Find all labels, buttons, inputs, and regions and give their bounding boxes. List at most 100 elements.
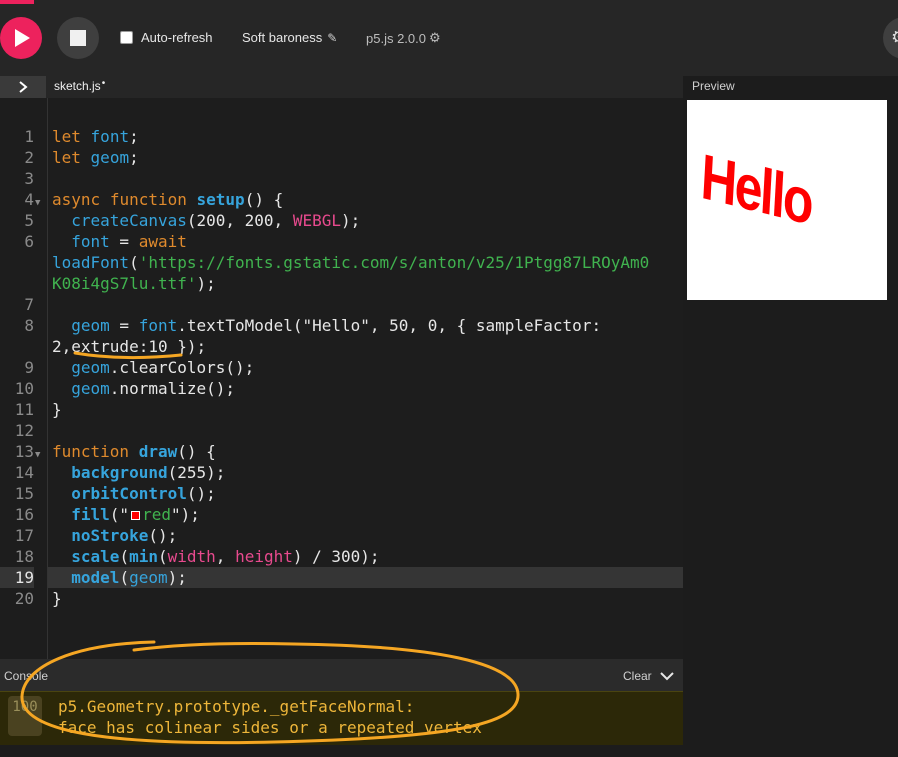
code-lines[interactable]: 1 let font; 2 let geom; 3 4 ▼ async function…	[0, 126, 683, 609]
variable: font	[138, 316, 178, 335]
function-call: orbitControl	[71, 484, 187, 503]
punct: (	[119, 568, 130, 587]
fold-arrow-icon[interactable]: ▼	[35, 445, 40, 466]
sketch-name[interactable]: Soft baroness ✎	[242, 30, 337, 45]
punct: }	[52, 400, 62, 419]
code-line[interactable]: 1 let font;	[24, 126, 683, 147]
keyword: async	[52, 190, 101, 209]
chevron-right-icon	[19, 81, 28, 93]
punct: ("	[109, 505, 130, 524]
keyword: function	[52, 442, 130, 461]
line-number: 16	[14, 505, 34, 524]
keyword: function	[109, 190, 187, 209]
rendered-3d-text: Hello	[699, 140, 814, 239]
line-number: 6	[24, 232, 34, 251]
auto-refresh-toggle[interactable]: Auto-refresh	[120, 30, 213, 45]
code-line[interactable]: 13 ▼ function draw() {	[15, 441, 683, 462]
pencil-icon[interactable]: ✎	[327, 31, 337, 45]
editor-header: sketch.js•	[0, 76, 683, 98]
keyword: let	[52, 127, 81, 146]
clear-label: Clear	[623, 669, 652, 683]
code-line[interactable]: 10 geom.normalize();	[15, 378, 683, 399]
line-number: 15	[14, 484, 34, 503]
punct: ;	[129, 127, 139, 146]
punct: ,	[215, 547, 236, 566]
code-line-active[interactable]: 19 model(geom);	[0, 567, 683, 588]
fold-arrow-icon[interactable]: ▼	[35, 193, 40, 214]
preview-canvas[interactable]: Hello	[687, 100, 887, 300]
punct: );	[341, 211, 361, 230]
punct: ");	[170, 505, 200, 524]
console-clear-button[interactable]: Clear	[623, 669, 674, 683]
unsaved-indicator: •	[101, 78, 106, 89]
code-line[interactable]: 11}	[15, 399, 683, 420]
function-call: noStroke	[71, 526, 149, 545]
code-line[interactable]: 14 background(255);	[15, 462, 683, 483]
line-number: 19	[0, 567, 34, 588]
punct: (200, 200,	[186, 211, 293, 230]
line-number: 3	[24, 169, 34, 188]
line-number: 7	[24, 295, 34, 314]
file-tab-label: sketch.js	[54, 79, 101, 93]
punct: () {	[177, 442, 216, 461]
line-number: 18	[14, 547, 34, 566]
line-number: 1	[24, 127, 34, 146]
code-line[interactable]: 20}	[15, 588, 683, 609]
code-line[interactable]: 7	[24, 294, 683, 315]
play-button[interactable]	[0, 17, 42, 59]
annotation-circle	[20, 640, 520, 745]
code-editor[interactable]: 1 let font; 2 let geom; 3 4 ▼ async function…	[0, 98, 683, 659]
toolbar: Auto-refresh Soft baroness ✎ p5.js 2.0.0…	[0, 0, 898, 76]
code-line[interactable]: 4 ▼ async function setup() {	[24, 189, 683, 210]
preview-panel-background	[683, 300, 898, 757]
punct: (	[119, 547, 130, 566]
code-line[interactable]: 15 orbitControl();	[15, 483, 683, 504]
line-number: 14	[14, 463, 34, 482]
sidebar-toggle-button[interactable]	[0, 76, 46, 98]
string-literal: red	[142, 505, 171, 524]
stop-button[interactable]	[57, 17, 99, 59]
line-number: 8	[24, 316, 34, 335]
code-area[interactable]: 1 let font; 2 let geom; 3 4 ▼ async function…	[0, 98, 683, 659]
constant: width	[167, 547, 216, 566]
line-number: 4	[24, 190, 34, 209]
code-line[interactable]: 2 let geom;	[24, 147, 683, 168]
version-settings[interactable]: p5.js 2.0.0 ⚙	[366, 30, 441, 46]
color-swatch-icon[interactable]	[131, 511, 141, 520]
sketch-name-label: Soft baroness	[242, 30, 323, 45]
line-number: 11	[14, 400, 34, 419]
punct: ();	[148, 526, 178, 545]
code-line[interactable]: 18 scale(min(width, height) / 300);	[15, 546, 683, 567]
punct: =	[109, 316, 139, 335]
line-number: 5	[24, 211, 34, 230]
settings-button[interactable]: ⚙	[883, 17, 898, 59]
brand-accent-bar	[0, 0, 34, 4]
function-call: model	[71, 568, 120, 587]
constant: height	[235, 547, 293, 566]
code-line[interactable]: 17 noStroke();	[15, 525, 683, 546]
auto-refresh-label: Auto-refresh	[141, 30, 213, 45]
code-line[interactable]: 12	[15, 420, 683, 441]
version-label: p5.js 2.0.0	[366, 30, 426, 46]
variable: geom	[129, 568, 168, 587]
preview-label: Preview	[692, 79, 735, 93]
function-call: background	[71, 463, 168, 482]
auto-refresh-checkbox[interactable]	[120, 31, 133, 44]
gear-icon[interactable]: ⚙	[429, 30, 441, 46]
variable: font	[90, 127, 130, 146]
punct: ();	[186, 484, 216, 503]
line-number: 17	[14, 526, 34, 545]
code-line[interactable]: 16 fill(" red");	[15, 504, 683, 525]
code-line-wrap[interactable]: K08i4gS7lu.ttf');	[48, 252, 683, 293]
string-literal: K08i4gS7lu.ttf'	[52, 274, 197, 293]
line-number: 12	[14, 421, 34, 440]
annotation-underline	[73, 351, 183, 360]
punct: (255);	[167, 463, 226, 482]
stop-icon	[70, 30, 86, 46]
code-line[interactable]: 3	[24, 168, 683, 189]
code-line[interactable]: 5 createCanvas(200, 200, WEBGL);	[24, 210, 683, 231]
file-tab-sketch[interactable]: sketch.js•	[54, 78, 106, 93]
punct: () {	[244, 190, 284, 209]
punct: );	[196, 274, 216, 293]
chevron-down-icon[interactable]	[659, 671, 674, 681]
